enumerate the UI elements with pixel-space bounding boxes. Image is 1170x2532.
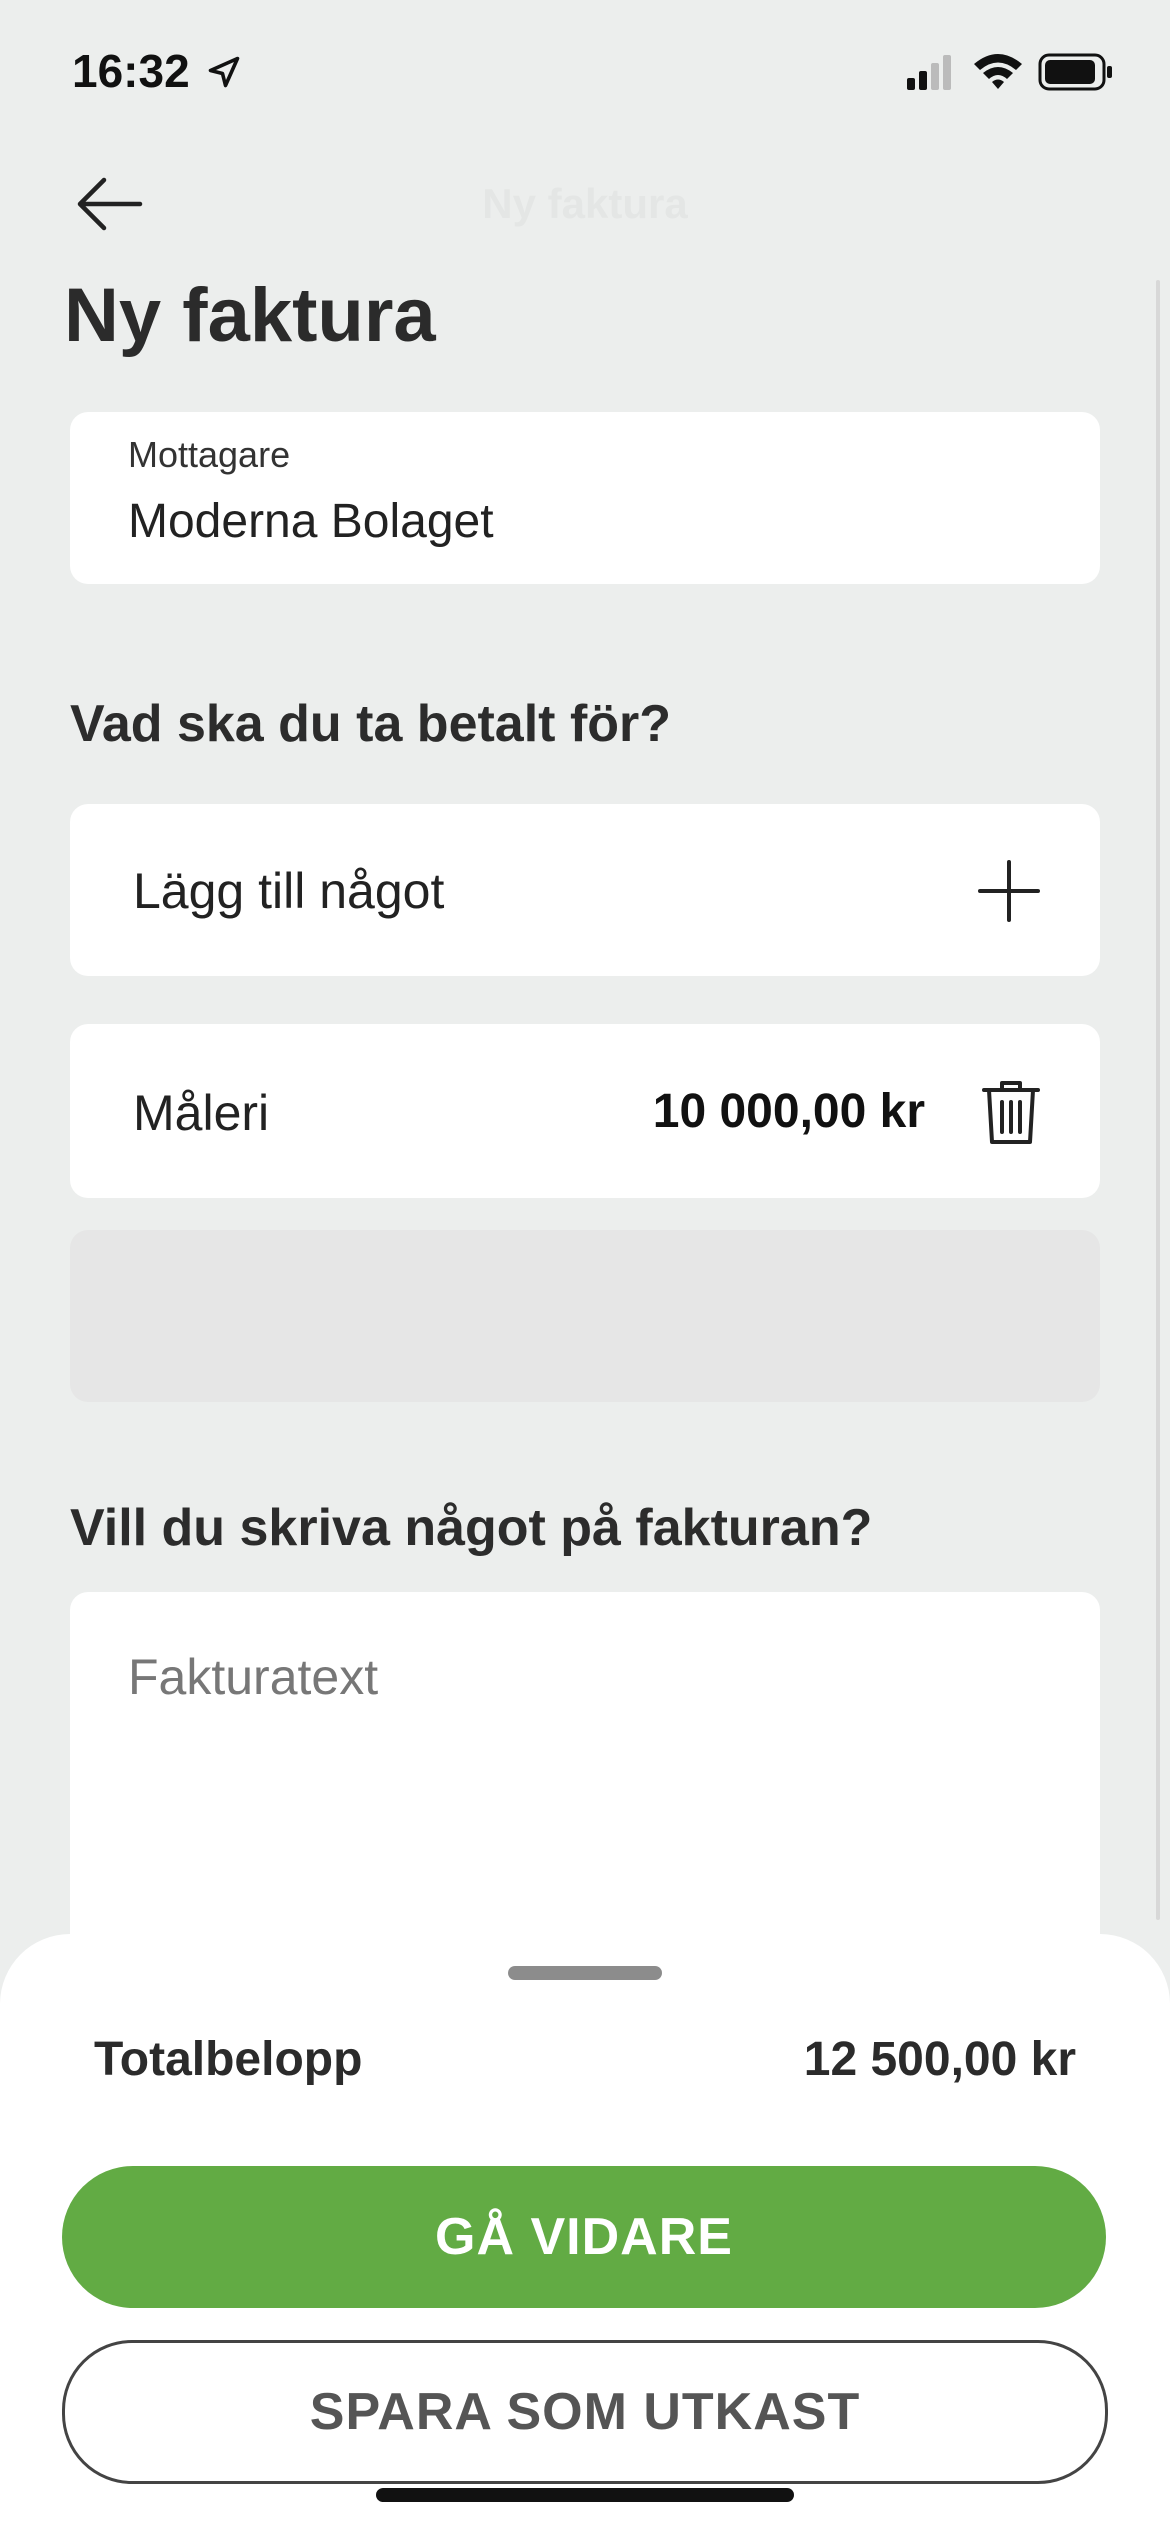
sheet-grabber[interactable] <box>508 1966 662 1980</box>
invoice-text-placeholder: Fakturatext <box>128 1649 379 1705</box>
location-arrow-icon <box>208 56 240 88</box>
invoice-text-field[interactable] <box>70 1592 1100 1952</box>
plus-icon[interactable] <box>978 860 1040 922</box>
wifi-icon <box>974 54 1022 89</box>
total-value: 12 500,00 kr <box>803 2033 1076 2086</box>
nav-title: Ny faktura <box>482 180 688 227</box>
status-time: 16:32 <box>72 45 190 97</box>
total-label: Totalbelopp <box>94 2033 363 2086</box>
save-draft-button[interactable]: SPARA SOM UTKAST <box>62 2340 1108 2484</box>
empty-item-placeholder <box>70 1230 1100 1402</box>
recipient-value[interactable]: Moderna Bolaget <box>128 494 494 549</box>
item-amount: 10 000,00 kr <box>652 1085 925 1138</box>
scrollbar[interactable] <box>1156 280 1160 1920</box>
recipient-label: Mottagare <box>128 434 291 475</box>
page-title: Ny faktura <box>64 273 436 358</box>
invoice-text-section-title: Vill du skriva något på fakturan? <box>70 1499 873 1557</box>
battery-icon <box>1038 53 1112 91</box>
home-indicator <box>376 2488 794 2502</box>
cellular-signal-icon <box>907 55 951 90</box>
add-item-label: Lägg till något <box>133 863 445 919</box>
item-name: Måleri <box>133 1085 270 1141</box>
trash-icon[interactable] <box>980 1078 1042 1146</box>
items-section-title: Vad ska du ta betalt för? <box>70 695 672 753</box>
continue-button[interactable]: GÅ VIDARE <box>62 2166 1106 2308</box>
